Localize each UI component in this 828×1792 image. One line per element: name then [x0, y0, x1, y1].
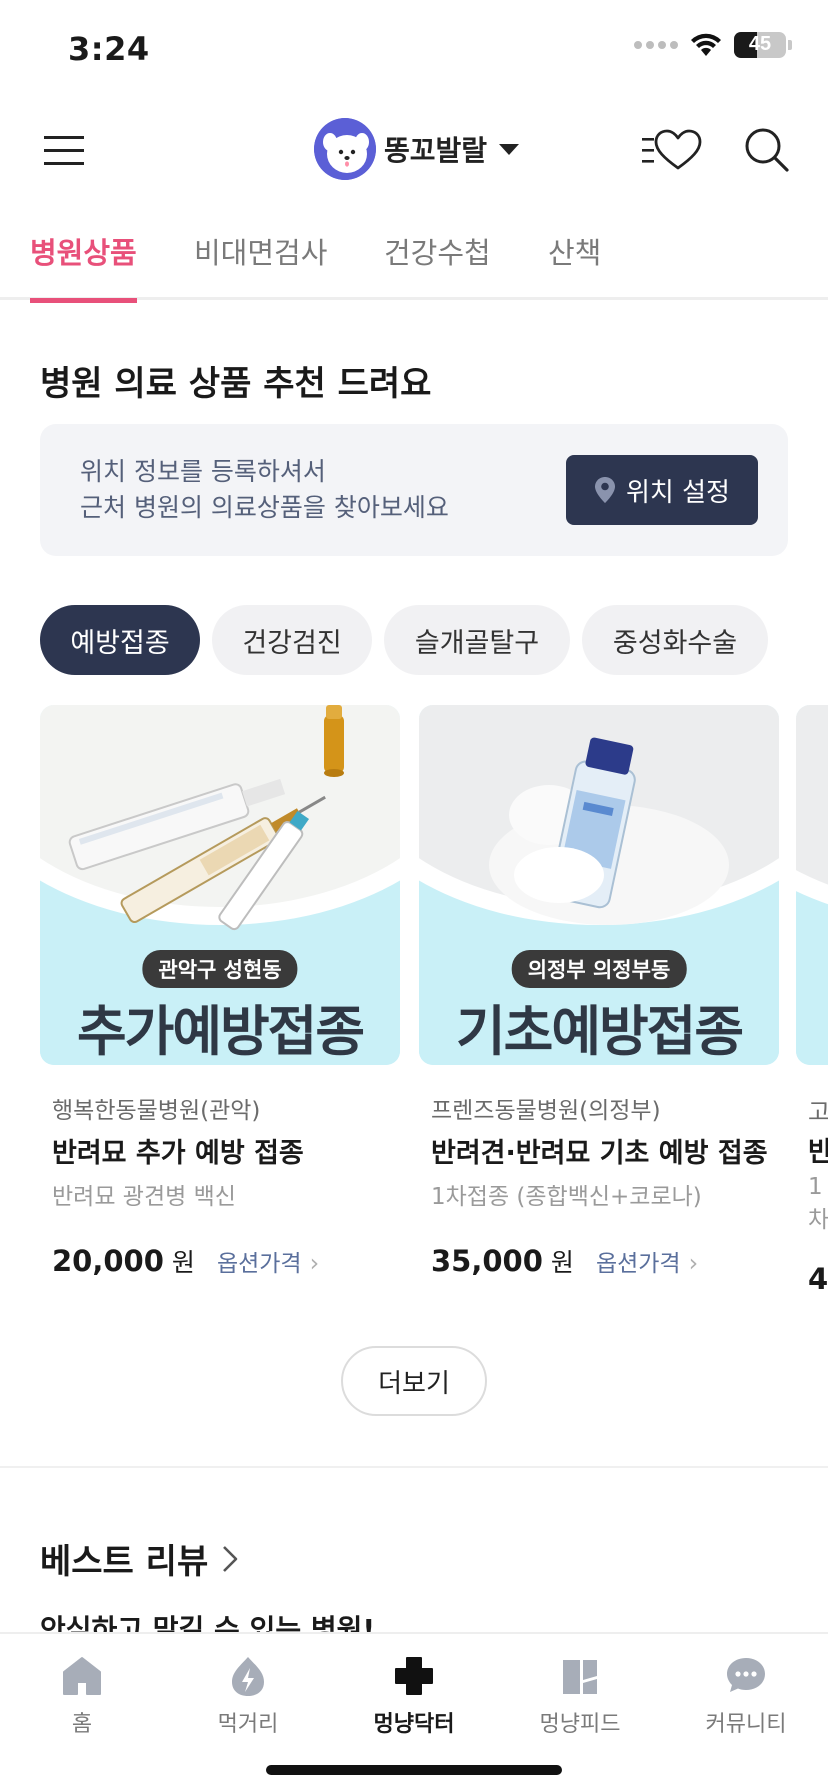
cellular-signal-icon: [634, 41, 678, 49]
chip-label: 건강검진: [242, 627, 342, 659]
product-subtitle: 1차접종 (종합백신+코로나): [431, 1184, 702, 1210]
review-preview-text: 안심하고 맡길 수 있는 병원!: [40, 1613, 376, 1632]
nav-label: 멍냥피드: [539, 1712, 621, 1737]
peek-hospital: 고: [808, 1098, 828, 1126]
chip-health-checkup[interactable]: 건강검진: [212, 605, 372, 675]
chevron-right-icon: [223, 1545, 238, 1572]
set-location-label: 위치 설정: [626, 477, 730, 508]
status-bar: 3:24 45: [0, 0, 828, 100]
chip-label: 중성화수술: [612, 627, 738, 659]
product-price-row: 35,000 원 옵션가격 ›: [419, 1243, 779, 1279]
product-price-row: 20,000 원 옵션가격 ›: [40, 1243, 400, 1279]
product-price: 20,000: [52, 1244, 164, 1278]
pet-avatar: [314, 118, 376, 180]
nav-home[interactable]: 홈: [12, 1654, 152, 1738]
best-review-header[interactable]: 베스트 리뷰: [40, 1534, 240, 1583]
product-banner-text: 기초예방접종: [455, 1000, 744, 1063]
battery-level: 45: [748, 33, 772, 55]
best-review-title: 베스트 리뷰: [40, 1542, 209, 1582]
product-price: 35,000: [431, 1244, 543, 1278]
product-subtitle: 반려묘 광견병 백신: [52, 1184, 236, 1210]
medical-cross-icon: [395, 1657, 433, 1695]
food-icon: [232, 1657, 264, 1696]
product-image: 관악구 성현동 추가예방접종: [40, 705, 400, 1065]
recommend-section-title: 병원 의료 상품 추천 드려요: [40, 364, 432, 404]
chip-label: 슬개골탈구: [414, 627, 540, 659]
nav-label: 먹거리: [217, 1712, 279, 1737]
tab-label: 건강수첩: [384, 236, 491, 270]
nav-feed[interactable]: 멍냥피드: [510, 1654, 650, 1738]
tab-label: 병원상품: [30, 236, 137, 270]
more-button[interactable]: 더보기: [341, 1346, 487, 1416]
status-indicators: 45: [634, 32, 792, 58]
option-price-link[interactable]: 옵션가격: [596, 1244, 681, 1278]
tab-health-notebook[interactable]: 건강수첩: [384, 230, 491, 300]
tab-hospital-products[interactable]: 병원상품: [30, 230, 137, 303]
app-header: 똥꼬발랄: [0, 100, 828, 200]
location-prompt-line1: 위치 정보를 등록하셔서: [80, 457, 326, 486]
nav-label: 커뮤니티: [705, 1712, 787, 1737]
peek-price: 4: [808, 1262, 828, 1296]
nav-doctor[interactable]: 멍냥닥터: [344, 1654, 484, 1738]
chip-label: 예방접종: [70, 627, 170, 659]
tab-walk[interactable]: 산책: [548, 230, 601, 300]
chevron-right-icon: ›: [309, 1249, 320, 1277]
pet-name: 똥꼬발랄: [384, 134, 488, 167]
location-prompt-line2: 근처 병원의 의료상품을 찾아보세요: [80, 493, 449, 522]
wishlist-icon[interactable]: [640, 124, 704, 176]
home-indicator[interactable]: [266, 1765, 562, 1775]
location-prompt-box: 위치 정보를 등록하셔서 근처 병원의 의료상품을 찾아보세요 위치 설정: [40, 424, 788, 556]
option-price-link[interactable]: 옵션가격: [217, 1244, 302, 1278]
product-banner-text: 추가예방접종: [76, 1000, 365, 1063]
location-prompt-text: 위치 정보를 등록하셔서 근처 병원의 의료상품을 찾아보세요: [80, 454, 449, 526]
nav-community[interactable]: 커뮤니티: [676, 1654, 816, 1738]
home-icon: [63, 1657, 101, 1695]
tab-label: 비대면검사: [194, 236, 328, 270]
chip-vaccination[interactable]: 예방접종: [40, 605, 200, 675]
section-divider: [0, 1466, 828, 1468]
category-tabs: 병원상품 비대면검사 건강수첩 산책: [0, 200, 828, 303]
product-card[interactable]: 의정부 의정부동 기초예방접종 프렌즈동물병원(의정부) 반려견·반려묘 기초 …: [419, 705, 779, 1279]
battery-icon: 45: [734, 32, 792, 58]
peek-title: 반: [808, 1137, 828, 1168]
chip-patella-luxation[interactable]: 슬개골탈구: [384, 605, 570, 675]
product-hospital: 프렌즈동물병원(의정부): [431, 1098, 661, 1124]
set-location-button[interactable]: 위치 설정: [566, 455, 758, 525]
feed-icon: [563, 1660, 597, 1694]
product-title: 반려묘 추가 예방 접종: [52, 1138, 304, 1169]
product-image: 의정부 의정부동 기초예방접종: [419, 705, 779, 1065]
product-title: 반려견·반려묘 기초 예방 접종: [431, 1138, 768, 1169]
peek-subtitle: 1차: [808, 1174, 828, 1233]
chevron-right-icon: ›: [688, 1249, 699, 1277]
chip-neutering[interactable]: 중성화수술: [582, 605, 768, 675]
product-location-badge: 관악구 성현동: [142, 950, 298, 988]
chevron-down-icon: [499, 143, 520, 155]
product-card[interactable]: 관악구 성현동 추가예방접종 행복한동물병원(관악) 반려묘 추가 예방 접종 …: [40, 705, 400, 1279]
nav-label: 홈: [71, 1712, 93, 1737]
menu-icon[interactable]: [40, 126, 88, 174]
price-currency: 원: [550, 1248, 574, 1277]
nav-label: 멍냥닥터: [373, 1712, 455, 1737]
status-time: 3:24: [68, 30, 150, 68]
wifi-icon: [691, 33, 721, 56]
product-card-peek[interactable]: [796, 705, 828, 1065]
tab-remote-test[interactable]: 비대면검사: [194, 230, 327, 300]
product-hospital: 행복한동물병원(관악): [52, 1098, 261, 1124]
chat-bubble-icon: [727, 1658, 765, 1692]
price-currency: 원: [171, 1248, 195, 1277]
nav-food[interactable]: 먹거리: [178, 1654, 318, 1738]
search-icon[interactable]: [742, 124, 790, 176]
product-location-badge: 의정부 의정부동: [511, 950, 687, 988]
tab-label: 산책: [548, 236, 602, 270]
location-pin-icon: [595, 477, 616, 503]
pet-profile-selector[interactable]: 똥꼬발랄: [314, 118, 520, 180]
